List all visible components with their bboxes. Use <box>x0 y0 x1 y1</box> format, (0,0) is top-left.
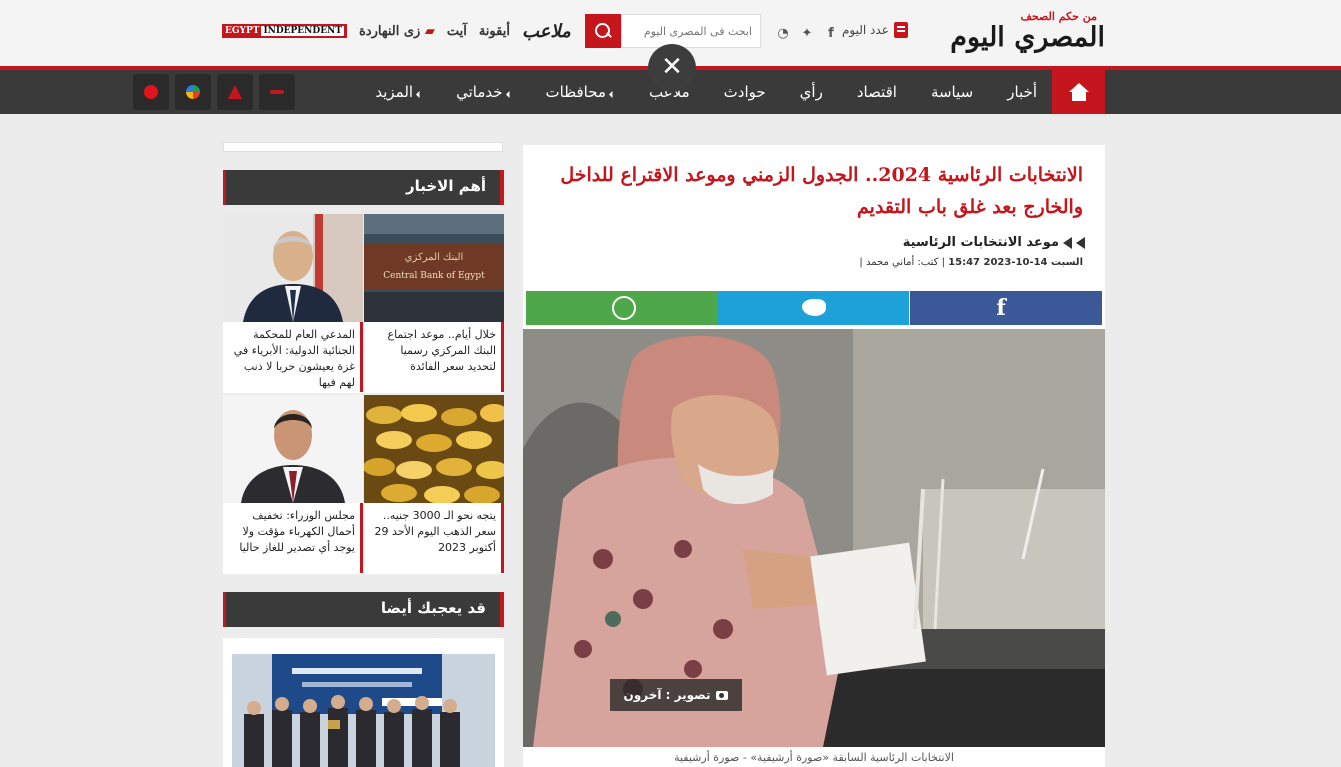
svg-text:Central Bank of Egypt: Central Bank of Egypt <box>383 271 485 281</box>
close-icon[interactable]: ✕ <box>648 44 696 92</box>
news-card-image <box>223 214 363 322</box>
nav-item-opinion[interactable]: رأي <box>800 83 823 101</box>
recommended-image[interactable] <box>232 654 495 767</box>
zay-elnaharda-link[interactable]: ▰ زى النهاردة <box>359 24 435 39</box>
article-meta: السبت 14-10-2023 15:47 | كتب: أماني محمد… <box>859 257 1083 268</box>
share-bar: f <box>526 291 1103 325</box>
news-card-image <box>223 395 363 503</box>
newspaper-icon <box>893 22 908 38</box>
article-main: الانتخابات الرئاسية 2024.. الجدول الزمني… <box>523 145 1105 767</box>
news-card-image <box>364 395 504 503</box>
nav-item-politics[interactable]: سياسة <box>931 83 973 101</box>
nav-item-economy[interactable]: اقتصاد <box>857 83 897 101</box>
news-card-title: المدعي العام للمحكمة الجنائية الدولية: ا… <box>233 328 355 389</box>
news-card[interactable]: يتجه نحو الـ 3000 جنيه.. سعر الذهب اليوم… <box>364 395 504 574</box>
mal3ab-link[interactable]: ملاعب <box>522 21 571 42</box>
rss-icon[interactable]: ◔ <box>776 26 790 41</box>
article-date: السبت 14-10-2023 15:47 <box>948 257 1083 268</box>
nav-item-news[interactable]: أخبار <box>1007 83 1037 101</box>
site-logo[interactable]: من حكم الصحف المصري اليوم <box>925 10 1107 54</box>
logo-wordmark: المصري اليوم <box>950 22 1106 53</box>
article-photo[interactable]: تصوير : آخرون <box>523 329 1105 747</box>
share-whatsapp-button[interactable] <box>526 291 718 325</box>
news-card[interactable]: البنك المركزي Central Bank of Egypt خلال… <box>364 214 504 393</box>
facebook-icon: f <box>996 295 1006 321</box>
nav-item-more[interactable]: المزيد <box>375 83 422 101</box>
ayqona-link[interactable]: أيقونة <box>479 24 510 39</box>
might-like-box <box>223 638 504 767</box>
home-icon <box>1069 83 1089 92</box>
news-card-image: البنك المركزي Central Bank of Egypt <box>364 214 504 322</box>
app-button-bar[interactable] <box>259 74 295 110</box>
search-button[interactable] <box>585 14 621 48</box>
top-news-header: أهم الاخبار <box>223 170 504 205</box>
app-button-colorful[interactable] <box>175 74 211 110</box>
app-button-triangle[interactable] <box>217 74 253 110</box>
search-input[interactable] <box>621 14 761 48</box>
news-card-title: خلال أيام.. موعد اجتماع البنك المركزي رس… <box>387 328 496 373</box>
today-issue-label: عدد اليوم <box>842 23 889 37</box>
might-like-title: قد يعجبك أيضا <box>380 599 486 617</box>
top-news-title: أهم الاخبار <box>405 177 486 195</box>
svg-text:البنك المركزي: البنك المركزي <box>405 252 464 263</box>
news-card-title: مجلس الوزراء: تخفيف أحمال الكهرباء مؤقت … <box>239 509 355 554</box>
social-links: ◔ ✦ f <box>776 26 838 41</box>
facebook-icon[interactable]: f <box>824 26 838 41</box>
article-title: الانتخابات الرئاسية 2024.. الجدول الزمني… <box>560 164 1083 218</box>
photo-caption: الانتخابات الرئاسية السابقة «صورة أرشيفي… <box>674 751 954 764</box>
news-card[interactable]: مجلس الوزراء: تخفيف أحمال الكهرباء مؤقت … <box>223 395 363 574</box>
news-card-title: يتجه نحو الـ 3000 جنيه.. سعر الذهب اليوم… <box>374 509 497 554</box>
ad-slot <box>223 142 503 152</box>
nav-menu: أخبار سياسة اقتصاد رأي حوادث ملاعب محافظ… <box>375 70 1037 114</box>
search-bar <box>585 14 761 48</box>
home-button[interactable] <box>1052 70 1105 114</box>
egypt-independent-logo[interactable]: EGYPT INDEPENDENT <box>222 24 347 38</box>
nav-item-governorates[interactable]: محافظات <box>546 83 615 101</box>
app-button-red[interactable] <box>133 74 169 110</box>
top-news-grid: البنك المركزي Central Bank of Egypt خلال… <box>223 214 504 574</box>
nav-item-accidents[interactable]: حوادث <box>724 83 766 101</box>
might-like-header: قد يعجبك أيضا <box>223 592 504 627</box>
photo-credit: تصوير : آخرون <box>610 679 742 711</box>
arrow-icon <box>1076 236 1085 249</box>
news-card[interactable]: المدعي العام للمحكمة الجنائية الدولية: ا… <box>223 214 363 393</box>
article-author: كتب: أماني محمد <box>865 257 939 268</box>
share-twitter-button[interactable] <box>717 291 910 325</box>
share-facebook-button[interactable]: f <box>909 291 1103 325</box>
nav-app-buttons <box>133 74 295 110</box>
twitter-icon[interactable]: ✦ <box>800 26 814 41</box>
article-kicker[interactable]: موعد الانتخابات الرئاسية <box>903 235 1085 250</box>
today-issue-link[interactable]: عدد اليوم <box>842 22 908 38</box>
camera-icon <box>716 690 729 700</box>
ayeh-link[interactable]: آيت <box>447 24 467 39</box>
nav-item-services[interactable]: خدماتي <box>456 83 511 101</box>
partner-sites: EGYPT INDEPENDENT ▰ زى النهاردة آيت أيقون… <box>222 14 571 48</box>
